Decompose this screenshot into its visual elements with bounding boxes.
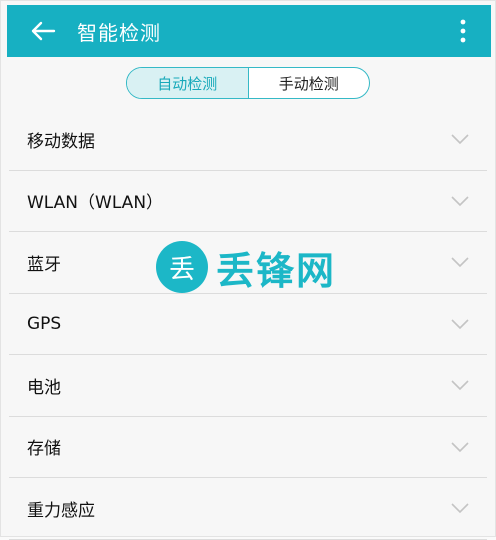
- chevron-down-icon: [451, 257, 469, 268]
- list-item-label: 重力感应: [27, 500, 95, 521]
- chevron-down-icon: [451, 442, 469, 452]
- more-vertical-icon: [460, 19, 466, 43]
- list-item-label: GPS: [27, 313, 62, 334]
- app-bar: 智能检测: [7, 5, 491, 57]
- list-item-storage[interactable]: 存储: [9, 417, 487, 478]
- chevron-down-icon: [451, 319, 469, 329]
- list-item-gravity-sensor[interactable]: 重力感应: [9, 478, 487, 540]
- chevron-down-icon: [451, 134, 469, 145]
- watermark-logo: 丢: [156, 241, 208, 293]
- more-options-button[interactable]: [451, 17, 475, 45]
- detection-list: 移动数据 WLAN（WLAN） 蓝牙 GPS 电池 存储 重力感应: [9, 109, 487, 540]
- watermark: 丢 丢锋网: [156, 239, 336, 295]
- list-item-label: WLAN（WLAN）: [27, 193, 164, 214]
- arrow-left-icon: [31, 21, 56, 41]
- list-item-battery[interactable]: 电池: [9, 355, 487, 417]
- chevron-down-icon: [451, 196, 469, 206]
- tab-auto-detect[interactable]: 自动检测: [127, 68, 249, 98]
- tab-manual-detect[interactable]: 手动检测: [249, 68, 370, 98]
- chevron-down-icon: [451, 503, 469, 514]
- screen: 智能检测 自动检测 手动检测 移动数据 WLAN（WLAN） 蓝牙 GPS 电池…: [0, 0, 496, 540]
- watermark-text: 丢锋网: [216, 248, 337, 293]
- list-item-label: 蓝牙: [27, 254, 61, 275]
- mode-segmented-control: 自动检测 手动检测: [126, 67, 370, 99]
- list-item-label: 电池: [27, 377, 61, 398]
- list-item-gps[interactable]: GPS: [9, 294, 487, 355]
- list-item-mobile-data[interactable]: 移动数据: [9, 109, 487, 171]
- list-item-wlan[interactable]: WLAN（WLAN）: [9, 171, 487, 232]
- back-button[interactable]: [25, 13, 61, 49]
- page-title: 智能检测: [77, 20, 161, 45]
- list-item-label: 移动数据: [27, 131, 95, 152]
- list-item-label: 存储: [27, 439, 61, 460]
- chevron-down-icon: [451, 380, 469, 391]
